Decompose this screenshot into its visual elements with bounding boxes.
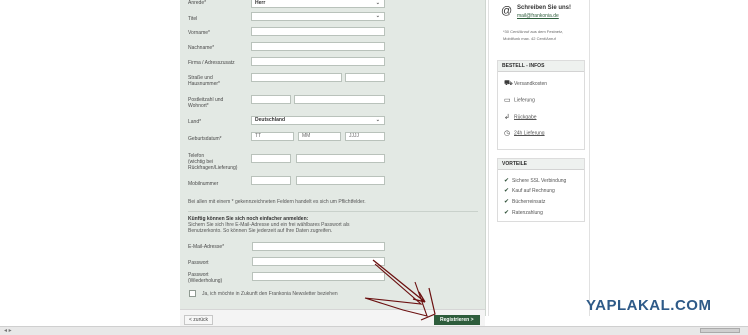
label-plz: Postleitzahl und Wohnort* xyxy=(188,97,224,109)
vorteile-heading: VORTEILE xyxy=(498,159,584,170)
vorteil-label: Sichere SSL Verbindung xyxy=(512,178,567,184)
contact-note-1: *30 Cent/Anruf aus dem Festnetz, xyxy=(503,29,564,34)
vorteil-item: ✔ Ratenzahlung xyxy=(504,209,543,216)
mobil-vorwahl-field[interactable] xyxy=(251,176,291,185)
label-password: Passwort xyxy=(188,260,209,266)
bestell-infos-heading: BESTELL - INFOS xyxy=(498,61,584,72)
contact-title: Schreiben Sie uns! xyxy=(517,5,572,11)
sidebar-item-rueckgabe[interactable]: ↲ Rückgabe xyxy=(504,113,537,121)
required-note: Bei allen mit einem * gekennzeichneten F… xyxy=(188,199,366,205)
sidebar-item-24h[interactable]: ◷ 24h Lieferung xyxy=(504,129,545,137)
versandkosten-label: Versandkosten xyxy=(514,80,548,87)
truck-icon: ⛟ xyxy=(504,80,513,87)
newsletter-label: Ja, ich möchte in Zukunft den Frankonia … xyxy=(202,291,338,297)
anrede-value: Herr xyxy=(255,0,266,6)
label-geburtsdatum: Geburtsdatum* xyxy=(188,136,222,142)
strasse-field[interactable] xyxy=(251,73,342,82)
lieferung-label: Lieferung xyxy=(514,97,535,104)
check-icon: ✔ xyxy=(504,210,510,216)
label-firma: Firma / Adresszusatz xyxy=(188,60,235,66)
clock-icon: ◷ xyxy=(504,130,511,137)
anrede-select[interactable]: Herr ⌄ xyxy=(251,0,385,8)
account-text-2: Benutzerkonto. So können Sie jederzeit a… xyxy=(188,228,333,234)
watermark-logo: YAPLAKAL.COM xyxy=(586,297,712,314)
back-button[interactable]: < zurück xyxy=(184,315,214,325)
chevron-down-icon: ⌄ xyxy=(375,117,380,123)
telefon-nummer-field[interactable] xyxy=(296,154,385,163)
vorteil-item: ✔ Kauf auf Rechnung xyxy=(504,187,555,194)
label-telefon: Telefon (wichtig bei Rückfragen/Lieferun… xyxy=(188,153,238,171)
page-left-margin xyxy=(0,0,180,316)
label-nachname: Nachname* xyxy=(188,45,215,51)
vorteil-item: ✔ Sichere SSL Verbindung xyxy=(504,177,566,184)
zoom-slider[interactable] xyxy=(700,328,740,333)
label-strasse: Straße und Hausnummer* xyxy=(188,75,220,87)
label-email: E-Mail-Adresse* xyxy=(188,244,225,250)
status-icon: ◂ ▸ xyxy=(4,328,12,334)
geburtsdatum-day-field[interactable]: TT xyxy=(251,132,294,141)
24h-label: 24h Lieferung xyxy=(514,130,545,137)
contact-note-2: Mobilfunk max. 42 Cent/Anruf xyxy=(503,36,556,41)
vorteil-item: ✔ Bücherreinsatz xyxy=(504,198,545,205)
hausnummer-field[interactable] xyxy=(345,73,385,82)
newsletter-checkbox[interactable] xyxy=(189,290,196,297)
contact-email-link[interactable]: mail@frankonia.de xyxy=(517,13,559,19)
label-land: Land* xyxy=(188,119,202,125)
chevron-down-icon: ⌄ xyxy=(375,13,380,19)
check-icon: ✔ xyxy=(504,188,510,194)
label-titel: Titel xyxy=(188,16,198,22)
divider xyxy=(188,211,478,212)
vorteile-box: VORTEILE ✔ Sichere SSL Verbindung ✔ Kauf a… xyxy=(497,158,585,222)
land-select[interactable]: Deutschland ⌄ xyxy=(251,116,385,125)
plz-field[interactable] xyxy=(251,95,291,104)
vorteil-label: Bücherreinsatz xyxy=(512,199,546,205)
arrow-annotation-icon xyxy=(364,259,436,321)
nachname-field[interactable] xyxy=(251,42,385,51)
wohnort-field[interactable] xyxy=(294,95,385,104)
label-mobil: Mobilnummer xyxy=(188,181,219,187)
chevron-down-icon: ⌄ xyxy=(375,0,380,6)
vorteil-label: Ratenzahlung xyxy=(512,210,543,216)
sidebar-item-versandkosten[interactable]: ⛟Versandkosten xyxy=(504,79,547,88)
geburtsdatum-year-field[interactable]: JJJJ xyxy=(345,132,385,141)
delivery-icon: ▭ xyxy=(504,97,511,104)
return-arrow-icon: ↲ xyxy=(504,114,510,121)
geburtsdatum-month-field[interactable]: MM xyxy=(298,132,341,141)
vorname-field[interactable] xyxy=(251,27,385,36)
land-value: Deutschland xyxy=(255,117,286,123)
sidebar-item-lieferung[interactable]: ▭ Lieferung xyxy=(504,96,535,104)
bestell-infos-box: BESTELL - INFOS ⛟Versandkosten ▭ Lieferun… xyxy=(497,60,585,150)
telefon-vorwahl-field[interactable] xyxy=(251,154,291,163)
vorteil-label: Kauf auf Rechnung xyxy=(512,188,555,194)
label-vorname: Vorname* xyxy=(188,30,210,36)
firma-field[interactable] xyxy=(251,57,385,66)
check-icon: ✔ xyxy=(504,199,510,205)
at-icon: @ xyxy=(501,5,513,17)
rueckgabe-label: Rückgabe xyxy=(514,114,537,121)
label-password-repeat: Passwort (Wiederholung) xyxy=(188,272,223,284)
check-icon: ✔ xyxy=(504,178,510,184)
email-field[interactable] xyxy=(252,242,385,251)
mobil-nummer-field[interactable] xyxy=(296,176,385,185)
label-anrede: Anrede* xyxy=(188,0,207,6)
titel-select[interactable]: ⌄ xyxy=(251,12,385,21)
